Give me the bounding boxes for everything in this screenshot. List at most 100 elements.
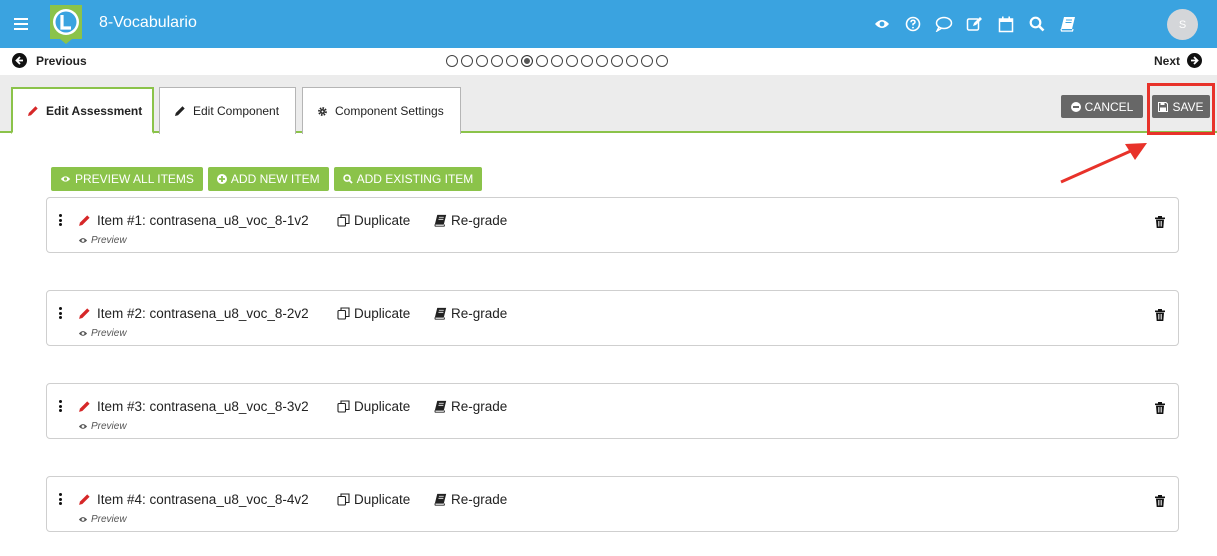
preview-link[interactable]: Preview xyxy=(78,514,127,525)
preview-link[interactable]: Preview xyxy=(78,328,127,339)
duplicate-button[interactable]: Duplicate xyxy=(337,492,410,507)
arrow-right-icon xyxy=(1187,53,1203,68)
preview-link[interactable]: Preview xyxy=(78,421,127,432)
page-dot[interactable] xyxy=(596,55,608,67)
regrade-button[interactable]: Re-grade xyxy=(434,213,507,228)
page-dot[interactable] xyxy=(521,55,533,67)
page-dot[interactable] xyxy=(581,55,593,67)
regrade-label: Re-grade xyxy=(451,213,508,228)
page-dot[interactable] xyxy=(476,55,488,67)
page-dot[interactable] xyxy=(491,55,503,67)
copy-icon xyxy=(337,307,350,320)
add-existing-item-button[interactable]: ADD EXISTING ITEM xyxy=(333,167,483,191)
page-dot[interactable] xyxy=(611,55,623,67)
previous-label: Previous xyxy=(36,53,87,68)
eye-icon xyxy=(78,237,88,244)
drag-handle-icon[interactable] xyxy=(59,493,63,505)
preview-label: Preview xyxy=(91,235,127,246)
menu-icon[interactable] xyxy=(14,16,28,32)
pencil-icon[interactable] xyxy=(78,400,91,418)
eye-icon xyxy=(78,423,88,430)
duplicate-button[interactable]: Duplicate xyxy=(337,213,410,228)
page-dot[interactable] xyxy=(566,55,578,67)
page-dot[interactable] xyxy=(506,55,518,67)
add-new-label: ADD NEW ITEM xyxy=(230,172,320,186)
next-button[interactable]: Next xyxy=(1154,53,1203,68)
duplicate-button[interactable]: Duplicate xyxy=(337,399,410,414)
page-dot[interactable] xyxy=(536,55,548,67)
trash-icon[interactable] xyxy=(1155,401,1165,419)
copy-icon xyxy=(337,214,350,227)
tab-bar: Edit Assessment Edit Component Component… xyxy=(0,75,1217,134)
pencil-icon xyxy=(27,105,39,117)
next-label: Next xyxy=(1154,53,1181,68)
edit-icon[interactable] xyxy=(959,10,990,38)
save-label: SAVE xyxy=(1172,99,1204,114)
drag-handle-icon[interactable] xyxy=(59,214,63,226)
duplicate-label: Duplicate xyxy=(354,492,411,507)
page-dot[interactable] xyxy=(446,55,458,67)
preview-label: Preview xyxy=(91,328,127,339)
cancel-button[interactable]: CANCEL xyxy=(1061,95,1143,118)
page-navigation: Previous Next xyxy=(0,48,1217,75)
item-title[interactable]: Item #3: contrasena_u8_voc_8-3v2 xyxy=(97,399,309,414)
book-icon xyxy=(434,214,447,227)
tab-component-settings[interactable]: Component Settings xyxy=(302,87,461,134)
plus-circle-icon xyxy=(216,174,227,184)
search-icon xyxy=(342,174,353,184)
user-avatar[interactable]: S xyxy=(1167,9,1198,40)
pencil-icon[interactable] xyxy=(78,307,91,325)
item-actions: PREVIEW ALL ITEMS ADD NEW ITEM ADD EXIST… xyxy=(51,167,487,191)
regrade-button[interactable]: Re-grade xyxy=(434,306,507,321)
trash-icon[interactable] xyxy=(1155,494,1165,512)
search-icon[interactable] xyxy=(1021,10,1052,38)
item-title[interactable]: Item #4: contrasena_u8_voc_8-4v2 xyxy=(97,492,309,507)
calendar-icon[interactable] xyxy=(990,10,1021,38)
regrade-label: Re-grade xyxy=(451,306,508,321)
app-title: 8-Vocabulario xyxy=(99,14,197,31)
regrade-label: Re-grade xyxy=(451,399,508,414)
trash-icon[interactable] xyxy=(1155,215,1165,233)
copy-icon xyxy=(337,493,350,506)
page-dot[interactable] xyxy=(641,55,653,67)
preview-all-items-button[interactable]: PREVIEW ALL ITEMS xyxy=(51,167,203,191)
copy-icon xyxy=(337,400,350,413)
tab-edit-assessment[interactable]: Edit Assessment xyxy=(11,87,154,134)
cancel-label: CANCEL xyxy=(1084,99,1134,114)
minus-circle-icon xyxy=(1070,101,1081,112)
item-title[interactable]: Item #2: contrasena_u8_voc_8-2v2 xyxy=(97,306,309,321)
page-dot[interactable] xyxy=(626,55,638,67)
comment-icon[interactable] xyxy=(928,10,959,38)
pencil-icon[interactable] xyxy=(78,214,91,232)
preview-label: Preview xyxy=(91,421,127,432)
pencil-icon[interactable] xyxy=(78,493,91,511)
list-item: Item #2: contrasena_u8_voc_8-2v2 Duplica… xyxy=(46,290,1179,346)
duplicate-button[interactable]: Duplicate xyxy=(337,306,410,321)
list-item: Item #1: contrasena_u8_voc_8-1v2 Duplica… xyxy=(46,197,1179,253)
list-item: Item #3: contrasena_u8_voc_8-3v2 Duplica… xyxy=(46,383,1179,439)
page-dot[interactable] xyxy=(461,55,473,67)
annotation-arrow xyxy=(1055,138,1155,193)
tab-label: Edit Assessment xyxy=(46,103,143,118)
preview-link[interactable]: Preview xyxy=(78,235,127,246)
help-icon[interactable] xyxy=(897,10,928,38)
tab-edit-component[interactable]: Edit Component xyxy=(159,87,296,134)
floppy-disk-icon xyxy=(1158,101,1169,112)
item-title[interactable]: Item #1: contrasena_u8_voc_8-1v2 xyxy=(97,213,309,228)
eye-icon[interactable] xyxy=(866,10,897,38)
page-dot[interactable] xyxy=(551,55,563,67)
tab-label: Component Settings xyxy=(335,104,444,118)
drag-handle-icon[interactable] xyxy=(59,400,63,412)
add-new-item-button[interactable]: ADD NEW ITEM xyxy=(207,167,329,191)
book-icon[interactable] xyxy=(1052,10,1083,38)
drag-handle-icon[interactable] xyxy=(59,307,63,319)
book-icon xyxy=(434,307,447,320)
regrade-button[interactable]: Re-grade xyxy=(434,399,507,414)
pencil-icon xyxy=(174,105,186,117)
previous-button[interactable]: Previous xyxy=(12,53,87,68)
book-icon xyxy=(434,400,447,413)
regrade-button[interactable]: Re-grade xyxy=(434,492,507,507)
trash-icon[interactable] xyxy=(1155,308,1165,326)
save-button[interactable]: SAVE xyxy=(1152,95,1210,118)
page-dot[interactable] xyxy=(656,55,668,67)
